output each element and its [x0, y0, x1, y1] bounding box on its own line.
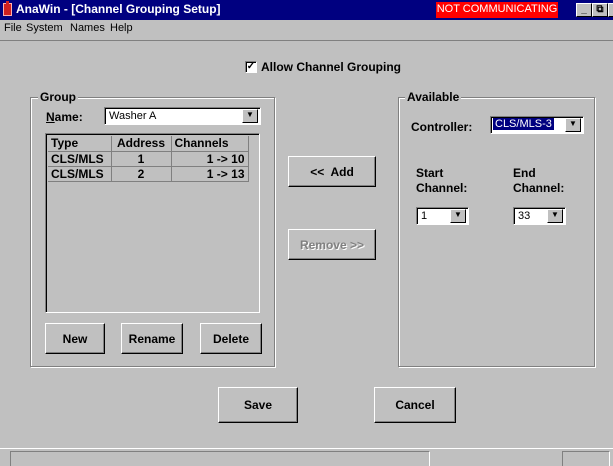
cell-type: CLS/MLS: [48, 166, 112, 182]
restore-icon[interactable]: ⧉: [592, 3, 608, 17]
chevron-down-icon[interactable]: ▼: [565, 118, 581, 132]
end-channel-label-line2: Channel:: [513, 181, 565, 195]
menu-file[interactable]: File: [4, 22, 22, 34]
status-panel-right: [562, 451, 610, 466]
remove-button[interactable]: Remove >>: [288, 229, 376, 260]
end-channel-value: 33: [518, 210, 531, 222]
available-box-title: Available: [405, 90, 462, 104]
menu-bar: File System Names Help: [0, 20, 613, 39]
name-label: Name:: [46, 110, 83, 124]
allow-grouping-checkbox[interactable]: ✓: [245, 61, 257, 73]
add-button[interactable]: << Add: [288, 156, 376, 187]
save-button-label: Save: [243, 398, 273, 412]
controller-value: CLS/MLS-3: [493, 118, 554, 130]
delete-button[interactable]: Delete: [200, 323, 262, 354]
chevron-down-icon[interactable]: ▼: [242, 109, 258, 123]
end-channel-label-line1: End: [513, 166, 536, 180]
group-box-title: Group: [38, 90, 78, 104]
communication-status: NOT COMMUNICATING: [436, 2, 558, 18]
group-channel-table: Type Address Channels CLS/MLS 1 1 -> 10 …: [48, 136, 249, 182]
menu-help[interactable]: Help: [110, 22, 133, 34]
rename-button-label: Rename: [128, 331, 176, 346]
column-header-channels[interactable]: Channels: [171, 136, 249, 152]
controller-label: Controller:: [411, 120, 473, 134]
cell-channels: 1 -> 10: [171, 151, 249, 167]
available-box: [398, 97, 595, 367]
group-name-dropdown[interactable]: Washer A ▼: [104, 107, 261, 125]
status-bar: [0, 448, 613, 466]
menu-names[interactable]: Names: [70, 22, 105, 34]
chevron-down-icon[interactable]: ▼: [547, 209, 563, 223]
delete-button-label: Delete: [212, 331, 250, 346]
close-icon[interactable]: [608, 3, 613, 17]
allow-grouping-label: Allow Channel Grouping: [261, 60, 401, 74]
app-icon: [3, 1, 12, 16]
start-channel-dropdown[interactable]: 1 ▼: [416, 207, 469, 225]
table-header-row: Type Address Channels: [48, 136, 249, 152]
cancel-button[interactable]: Cancel: [374, 387, 456, 423]
cell-address: 2: [111, 166, 172, 182]
start-channel-label-line1: Start: [416, 166, 444, 180]
status-panel-main: [10, 451, 430, 466]
group-channel-list[interactable]: Type Address Channels CLS/MLS 1 1 -> 10 …: [45, 133, 260, 313]
menu-system[interactable]: System: [26, 22, 63, 34]
add-button-label: << Add: [310, 164, 354, 179]
rename-button[interactable]: Rename: [121, 323, 183, 354]
cell-type: CLS/MLS: [48, 151, 112, 167]
minimize-icon[interactable]: _: [576, 3, 592, 17]
new-button-label: New: [62, 331, 88, 346]
table-row[interactable]: CLS/MLS 2 1 -> 13: [48, 166, 249, 182]
table-row[interactable]: CLS/MLS 1 1 -> 10: [48, 151, 249, 167]
column-header-address[interactable]: Address: [111, 136, 172, 152]
end-channel-dropdown[interactable]: 33 ▼: [513, 207, 566, 225]
window-title: AnaWin - [Channel Grouping Setup]: [16, 2, 221, 16]
group-name-value: Washer A: [109, 110, 157, 122]
remove-button-label: Remove >>: [299, 237, 365, 252]
cancel-button-label: Cancel: [395, 398, 435, 412]
new-button[interactable]: New: [45, 323, 105, 354]
cell-channels: 1 -> 13: [171, 166, 249, 182]
chevron-down-icon[interactable]: ▼: [450, 209, 466, 223]
start-channel-value: 1: [421, 210, 428, 222]
column-header-type[interactable]: Type: [48, 136, 112, 152]
start-channel-label-line2: Channel:: [416, 181, 468, 195]
controller-dropdown[interactable]: CLS/MLS-3 ▼: [490, 116, 584, 134]
save-button[interactable]: Save: [218, 387, 298, 423]
cell-address: 1: [111, 151, 172, 167]
